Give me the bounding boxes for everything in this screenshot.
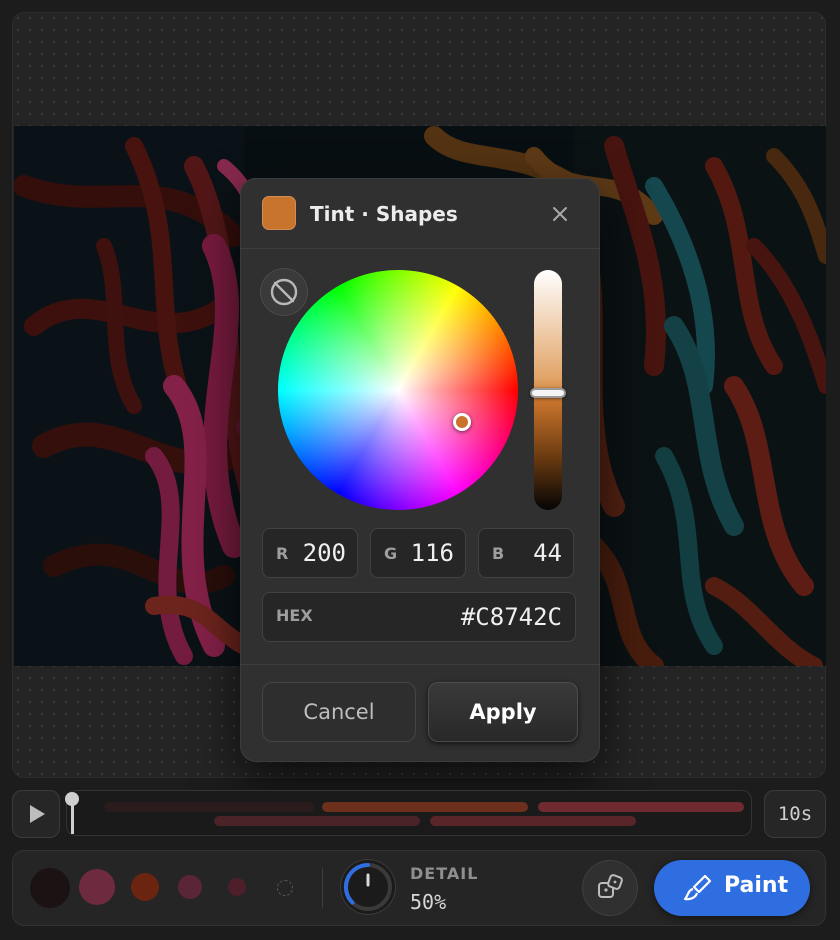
no-color-button[interactable] xyxy=(260,268,308,316)
brush-icon xyxy=(683,874,712,901)
close-icon xyxy=(553,207,567,221)
red-channel-label: R xyxy=(276,544,289,563)
detail-dial[interactable] xyxy=(340,859,396,915)
dialog-divider xyxy=(240,664,600,665)
hex-label: HEX xyxy=(276,606,313,625)
cancel-button[interactable]: Cancel xyxy=(262,682,416,742)
dialog-title: Tint · Shapes xyxy=(310,202,458,226)
detail-dial-gauge xyxy=(343,862,392,911)
brush-size-option[interactable] xyxy=(30,868,70,908)
timeline-track[interactable] xyxy=(322,802,528,812)
timeline-track[interactable] xyxy=(214,816,420,826)
paint-button-label: Paint xyxy=(724,873,789,898)
green-channel-field[interactable]: G 116 xyxy=(370,528,466,578)
hue-saturation-wheel[interactable] xyxy=(278,270,518,510)
timeline[interactable] xyxy=(65,790,752,836)
green-channel-label: G xyxy=(384,544,398,563)
brush-size-option-empty[interactable] xyxy=(277,880,293,896)
close-button[interactable] xyxy=(546,200,574,228)
paint-button[interactable]: Paint xyxy=(654,860,810,916)
green-channel-value[interactable]: 116 xyxy=(411,539,454,567)
apply-button[interactable]: Apply xyxy=(428,682,578,742)
play-icon xyxy=(30,805,45,823)
playhead-line xyxy=(71,802,74,834)
brush-size-option[interactable] xyxy=(178,875,202,899)
wheel-picker-handle[interactable] xyxy=(453,413,471,431)
color-wheel[interactable] xyxy=(278,270,518,510)
brush-size-option[interactable] xyxy=(228,878,246,896)
dialog-header: Tint · Shapes xyxy=(240,178,600,249)
timeline-track[interactable] xyxy=(538,802,744,812)
brush-size-option[interactable] xyxy=(79,869,115,905)
timeline-track[interactable] xyxy=(104,802,314,812)
color-picker-dialog: Tint · Shapes R 200 G 116 B 44 HEX #C874… xyxy=(240,178,600,762)
blue-channel-value[interactable]: 44 xyxy=(533,539,562,567)
toolbar-divider xyxy=(322,868,323,908)
hex-field[interactable]: HEX #C8742C xyxy=(262,592,576,642)
detail-value: 50% xyxy=(410,890,447,914)
hex-value[interactable]: #C8742C xyxy=(461,603,562,631)
timeline-track[interactable] xyxy=(430,816,636,826)
blue-channel-field[interactable]: B 44 xyxy=(478,528,574,578)
current-color-swatch xyxy=(262,196,296,230)
brightness-slider-thumb[interactable] xyxy=(530,388,566,398)
red-channel-value[interactable]: 200 xyxy=(303,539,346,567)
randomize-button[interactable] xyxy=(582,860,638,916)
bottom-toolbar: DETAIL 50% Paint xyxy=(12,850,826,926)
brush-size-option[interactable] xyxy=(131,873,159,901)
red-channel-field[interactable]: R 200 xyxy=(262,528,358,578)
no-color-icon xyxy=(270,278,298,306)
brightness-slider[interactable] xyxy=(530,270,566,510)
detail-label: DETAIL xyxy=(410,864,479,883)
blue-channel-label: B xyxy=(492,544,505,563)
play-button[interactable] xyxy=(12,790,60,838)
duration-button[interactable]: 10s xyxy=(764,790,826,838)
dice-icon xyxy=(598,874,623,898)
